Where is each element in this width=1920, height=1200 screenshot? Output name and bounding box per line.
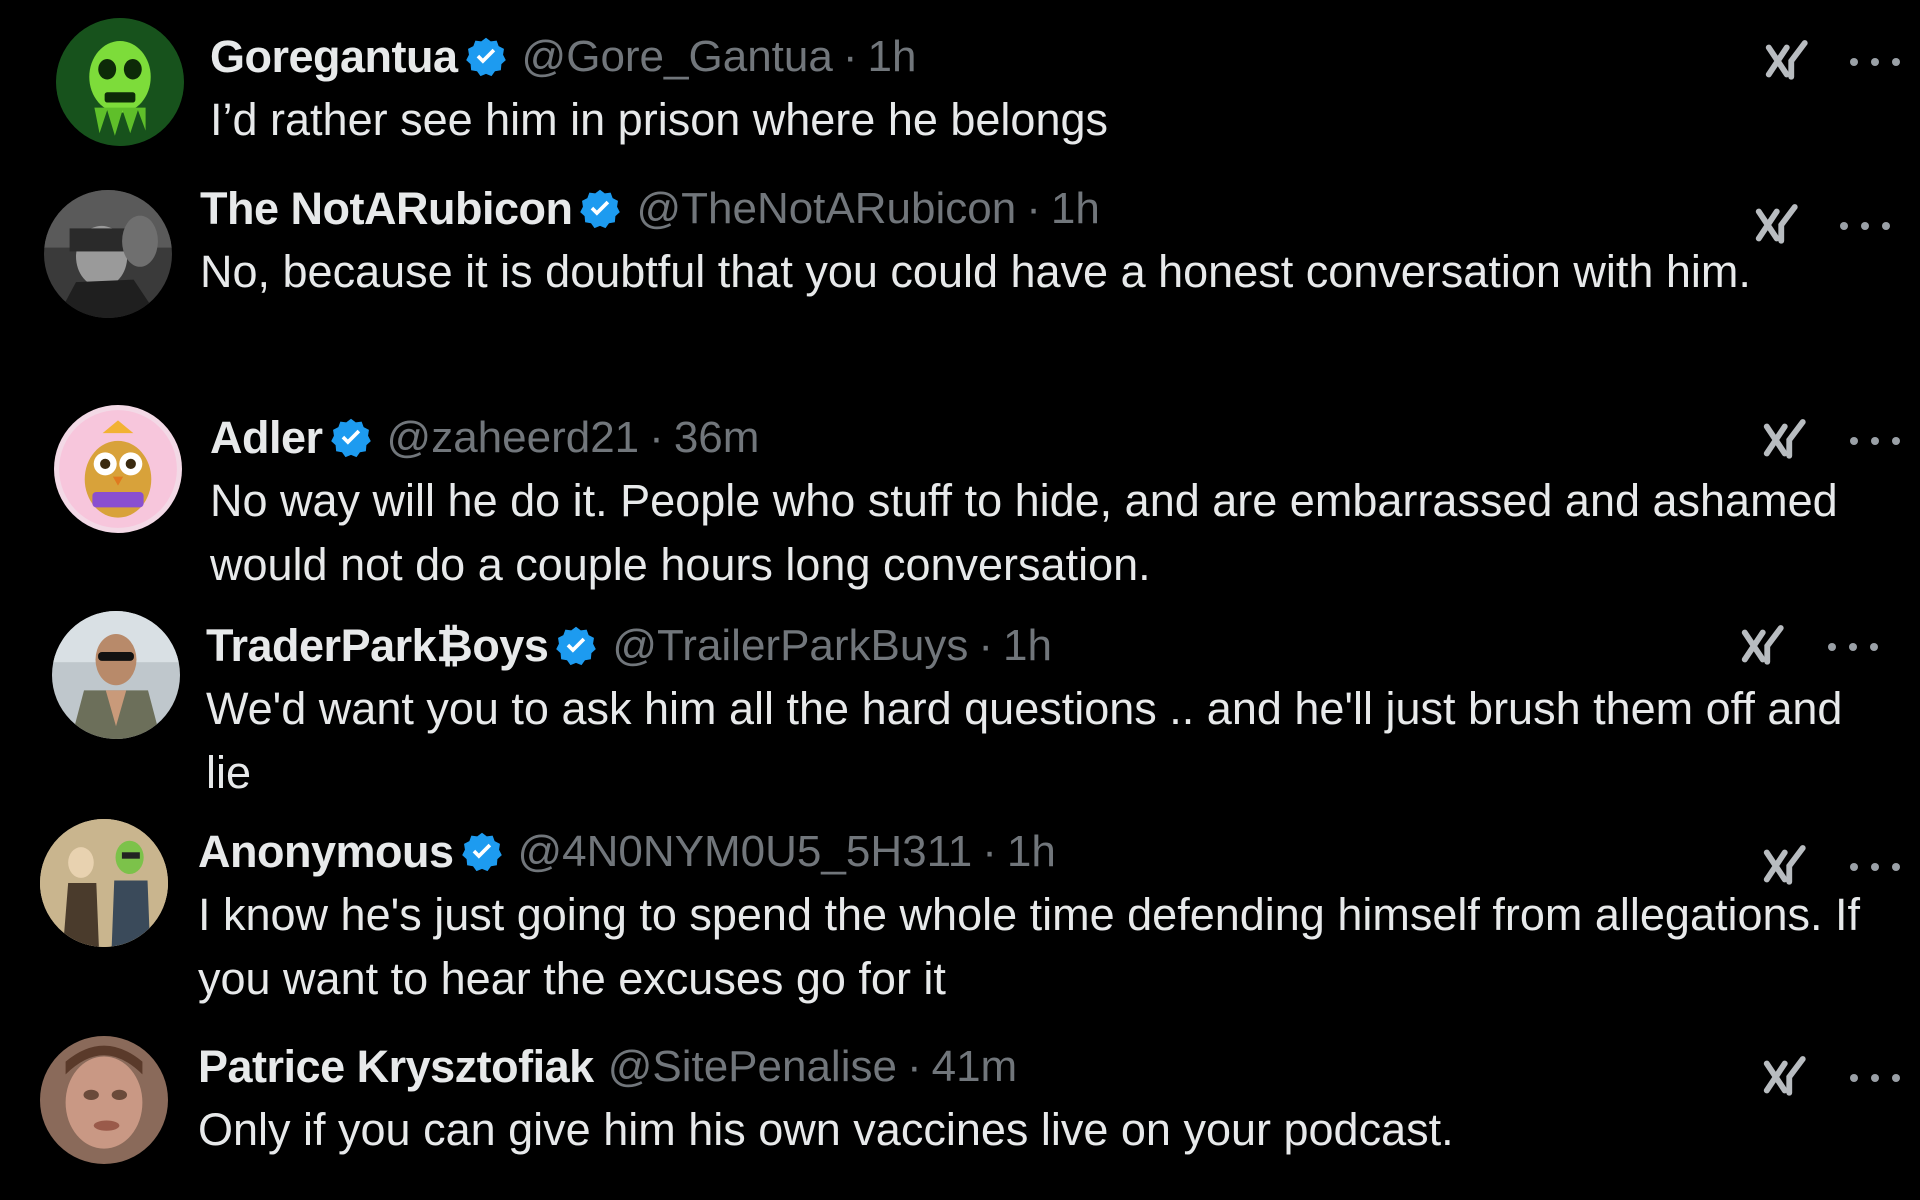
user-handle[interactable]: @4N0NYM0U5_5H311 <box>518 827 973 877</box>
reply-text: I know he's just going to spend the whol… <box>198 889 1861 1004</box>
timestamp[interactable]: 41m <box>932 1042 1018 1092</box>
user-handle[interactable]: @SitePenalise <box>608 1042 897 1092</box>
reply-item[interactable]: Adler @zaheerd21 · 36m No way will he do… <box>0 395 1920 600</box>
avatar[interactable] <box>54 405 182 533</box>
grok-icon[interactable] <box>1760 839 1814 893</box>
reply-header: Adler @zaheerd21 · 36m <box>210 411 1880 465</box>
user-handle[interactable]: @TheNotARubicon <box>636 184 1016 234</box>
reply-text: I’d rather see him in prison where he be… <box>210 94 1109 145</box>
avatar[interactable] <box>44 190 172 318</box>
reply-item[interactable]: Goregantua @Gore_Gantua · 1h I’d rather … <box>0 10 1920 170</box>
more-options-icon[interactable] <box>1840 216 1890 236</box>
more-options-icon[interactable] <box>1828 637 1878 657</box>
grok-icon[interactable] <box>1762 34 1816 88</box>
man-sunglasses-avatar-icon <box>52 611 180 739</box>
user-handle[interactable]: @Gore_Gantua <box>522 32 833 82</box>
reply-text: Only if you can give him his own vaccine… <box>198 1104 1454 1155</box>
display-name[interactable]: TraderPark₿oys <box>206 620 549 672</box>
verified-badge-icon <box>578 187 622 231</box>
separator-dot: · <box>982 827 997 876</box>
timestamp[interactable]: 1h <box>868 32 917 82</box>
more-options-icon[interactable] <box>1850 431 1900 451</box>
grayscale-photo-avatar-icon <box>44 190 172 318</box>
verified-badge-icon <box>554 624 598 668</box>
display-name[interactable]: Anonymous <box>198 826 454 878</box>
verified-badge-icon <box>464 35 508 79</box>
reply-text: We'd want you to ask him all the hard qu… <box>206 683 1843 798</box>
reply-text: No way will he do it. People who stuff t… <box>210 475 1838 590</box>
timestamp[interactable]: 36m <box>674 413 760 463</box>
display-name[interactable]: The NotARubicon <box>200 183 573 235</box>
timestamp[interactable]: 1h <box>1051 184 1100 234</box>
display-name[interactable]: Goregantua <box>210 31 458 83</box>
replies-feed: Goregantua @Gore_Gantua · 1h I’d rather … <box>0 0 1920 1200</box>
grok-icon[interactable] <box>1752 198 1806 252</box>
more-options-icon[interactable] <box>1850 1068 1900 1088</box>
user-handle[interactable]: @zaheerd21 <box>387 413 640 463</box>
green-zombie-avatar-icon <box>56 18 184 146</box>
separator-dot: · <box>978 621 994 670</box>
display-name[interactable]: Patrice Krysztofiak <box>198 1041 594 1093</box>
reply-item[interactable]: The NotARubicon @TheNotARubicon · 1h No,… <box>0 180 1920 385</box>
reply-text: No, because it is doubtful that you coul… <box>200 246 1751 297</box>
separator-dot: · <box>906 1042 922 1091</box>
avatar[interactable] <box>40 1036 168 1164</box>
avatar[interactable] <box>40 819 168 947</box>
display-name[interactable]: Adler <box>210 412 323 464</box>
user-handle[interactable]: @TrailerParkBuys <box>612 621 968 671</box>
grok-icon[interactable] <box>1738 619 1792 673</box>
reply-header: Goregantua @Gore_Gantua · 1h <box>210 30 1880 84</box>
cartoon-owl-avatar-icon <box>54 405 182 533</box>
timestamp[interactable]: 1h <box>1003 621 1052 671</box>
reply-header: TraderPark₿oys @TrailerParkBuys · 1h <box>206 619 1880 673</box>
reply-header: Anonymous @4N0NYM0U5_5H311 · 1h <box>198 825 1880 879</box>
separator-dot: · <box>649 413 664 462</box>
more-options-icon[interactable] <box>1850 857 1900 877</box>
reply-item[interactable]: TraderPark₿oys @TrailerParkBuys · 1h We'… <box>0 605 1920 810</box>
separator-dot: · <box>1026 184 1041 233</box>
verified-badge-icon <box>329 416 373 460</box>
reply-item[interactable]: Anonymous @4N0NYM0U5_5H311 · 1h I know h… <box>0 815 1920 1025</box>
reply-item[interactable]: Patrice Krysztofiak @SitePenalise · 41m … <box>0 1030 1920 1200</box>
reply-header: Patrice Krysztofiak @SitePenalise · 41m <box>198 1040 1880 1094</box>
grok-icon[interactable] <box>1760 1050 1814 1104</box>
reply-header: The NotARubicon @TheNotARubicon · 1h <box>200 182 1880 236</box>
grok-icon[interactable] <box>1760 413 1814 467</box>
illustrated-figures-avatar-icon <box>40 819 168 947</box>
timestamp[interactable]: 1h <box>1007 827 1056 877</box>
more-options-icon[interactable] <box>1850 52 1900 72</box>
blurred-face-avatar-icon <box>40 1036 168 1164</box>
avatar[interactable] <box>52 611 180 739</box>
avatar[interactable] <box>56 18 184 146</box>
verified-badge-icon <box>460 830 504 874</box>
separator-dot: · <box>842 32 858 81</box>
